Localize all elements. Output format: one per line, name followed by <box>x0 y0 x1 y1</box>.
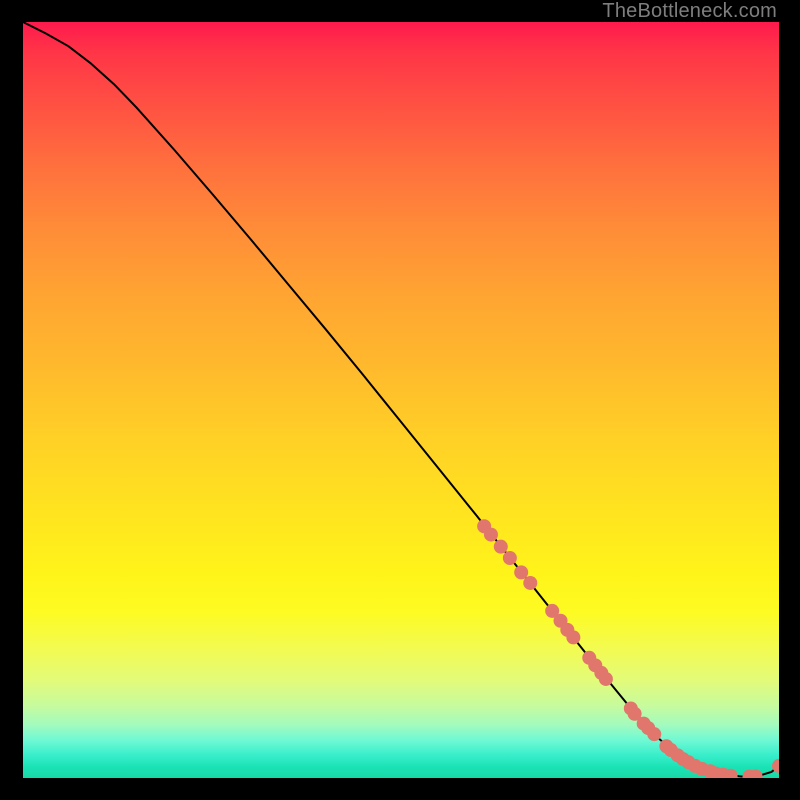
chart-svg <box>23 22 779 778</box>
chart-area <box>23 22 779 778</box>
data-marker <box>494 540 508 554</box>
data-marker <box>484 528 498 542</box>
marker-layer <box>477 519 779 778</box>
data-marker <box>647 727 661 741</box>
watermark-text: TheBottleneck.com <box>602 0 777 23</box>
curve-layer <box>23 22 779 776</box>
data-marker <box>503 551 517 565</box>
data-marker <box>566 630 580 644</box>
data-marker <box>599 672 613 686</box>
data-marker <box>514 565 528 579</box>
data-marker <box>523 576 537 590</box>
curve-line <box>23 22 779 776</box>
